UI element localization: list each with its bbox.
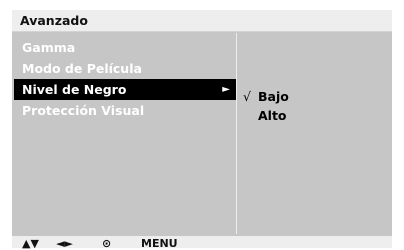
ok-button-icon: ⊙ — [102, 237, 112, 250]
title-bar: Avanzado — [12, 10, 392, 32]
footer-bar: ▲▼ ◄► ⊙ MENU — [12, 236, 392, 250]
check-icon: √ — [243, 89, 251, 104]
menu-item-gamma[interactable]: Gamma — [14, 37, 236, 58]
left-right-arrows-icon: ◄► — [56, 237, 73, 250]
menu-item-label: Modo de Película — [22, 61, 142, 76]
menu-list: Gamma Modo de Película Nivel de Negro ► … — [14, 33, 236, 234]
osd-menu: Avanzado Gamma Modo de Película Nivel de… — [12, 10, 392, 250]
menu-item-label: Protección Visual — [22, 103, 145, 118]
option-label: Bajo — [258, 89, 289, 104]
up-down-arrows-icon: ▲▼ — [22, 237, 39, 250]
menu-item-nivel-de-negro[interactable]: Nivel de Negro ► — [14, 79, 236, 100]
menu-button-label: MENU — [141, 237, 178, 250]
menu-item-modo-de-pelicula[interactable]: Modo de Película — [14, 58, 236, 79]
menu-title: Avanzado — [20, 13, 88, 28]
menu-item-proteccion-visual[interactable]: Protección Visual — [14, 100, 236, 121]
submenu-arrow-icon: ► — [222, 84, 230, 95]
menu-item-label: Gamma — [22, 40, 76, 55]
option-alto[interactable]: Alto — [243, 105, 287, 126]
menu-item-label: Nivel de Negro — [22, 82, 127, 97]
option-label: Alto — [258, 108, 287, 123]
submenu-options: √ Bajo Alto — [237, 33, 390, 234]
option-bajo[interactable]: √ Bajo — [243, 86, 289, 107]
